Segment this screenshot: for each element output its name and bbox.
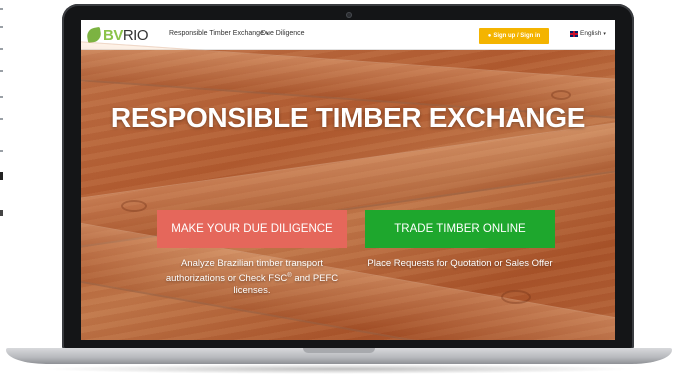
nav-link-due-diligence[interactable]: Due Diligence xyxy=(261,30,305,37)
trade-timber-button[interactable]: TRADE TIMBER ONLINE xyxy=(365,210,555,248)
wood-knot-decoration xyxy=(121,200,147,212)
sign-in-label: Sign up / Sign in xyxy=(493,33,541,39)
language-selector[interactable]: English ▾ xyxy=(570,30,606,37)
wood-knot-decoration xyxy=(501,290,531,304)
laptop-screen: BVRIO Responsible Timber Exchange ▾ Due D… xyxy=(81,20,615,340)
caret-down-icon: ▾ xyxy=(603,30,606,37)
laptop-shadow xyxy=(40,364,638,374)
logo-text: BVRIO xyxy=(103,26,149,44)
nav-link-timber-exchange[interactable]: Responsible Timber Exchange ▾ xyxy=(169,30,268,37)
due-diligence-button[interactable]: MAKE YOUR DUE DILIGENCE xyxy=(157,210,347,248)
nav-link-label: Responsible Timber Exchange xyxy=(169,30,264,37)
nav-link-label: Due Diligence xyxy=(261,30,305,37)
laptop-notch xyxy=(303,348,375,353)
background-page-scrap xyxy=(0,0,12,385)
user-icon: ● xyxy=(487,33,492,39)
camera-icon xyxy=(346,12,352,18)
wood-knot-decoration xyxy=(551,90,571,100)
sign-in-button[interactable]: ● Sign up / Sign in xyxy=(479,28,549,44)
due-diligence-description: Analyze Brazilian timber transport autho… xyxy=(165,258,339,297)
device-mockup: BVRIO Responsible Timber Exchange ▾ Due D… xyxy=(0,0,678,385)
hero-title: RESPONSIBLE TIMBER EXCHANGE xyxy=(110,102,586,133)
hero-banner: RESPONSIBLE TIMBER EXCHANGE MAKE YOUR DU… xyxy=(81,41,615,340)
uk-flag-icon xyxy=(570,30,578,37)
leaf-logo-icon xyxy=(85,26,103,44)
top-navbar: BVRIO Responsible Timber Exchange ▾ Due D… xyxy=(81,20,615,50)
language-label: English xyxy=(580,30,602,37)
trade-description: Place Requests for Quotation or Sales Of… xyxy=(367,258,553,269)
